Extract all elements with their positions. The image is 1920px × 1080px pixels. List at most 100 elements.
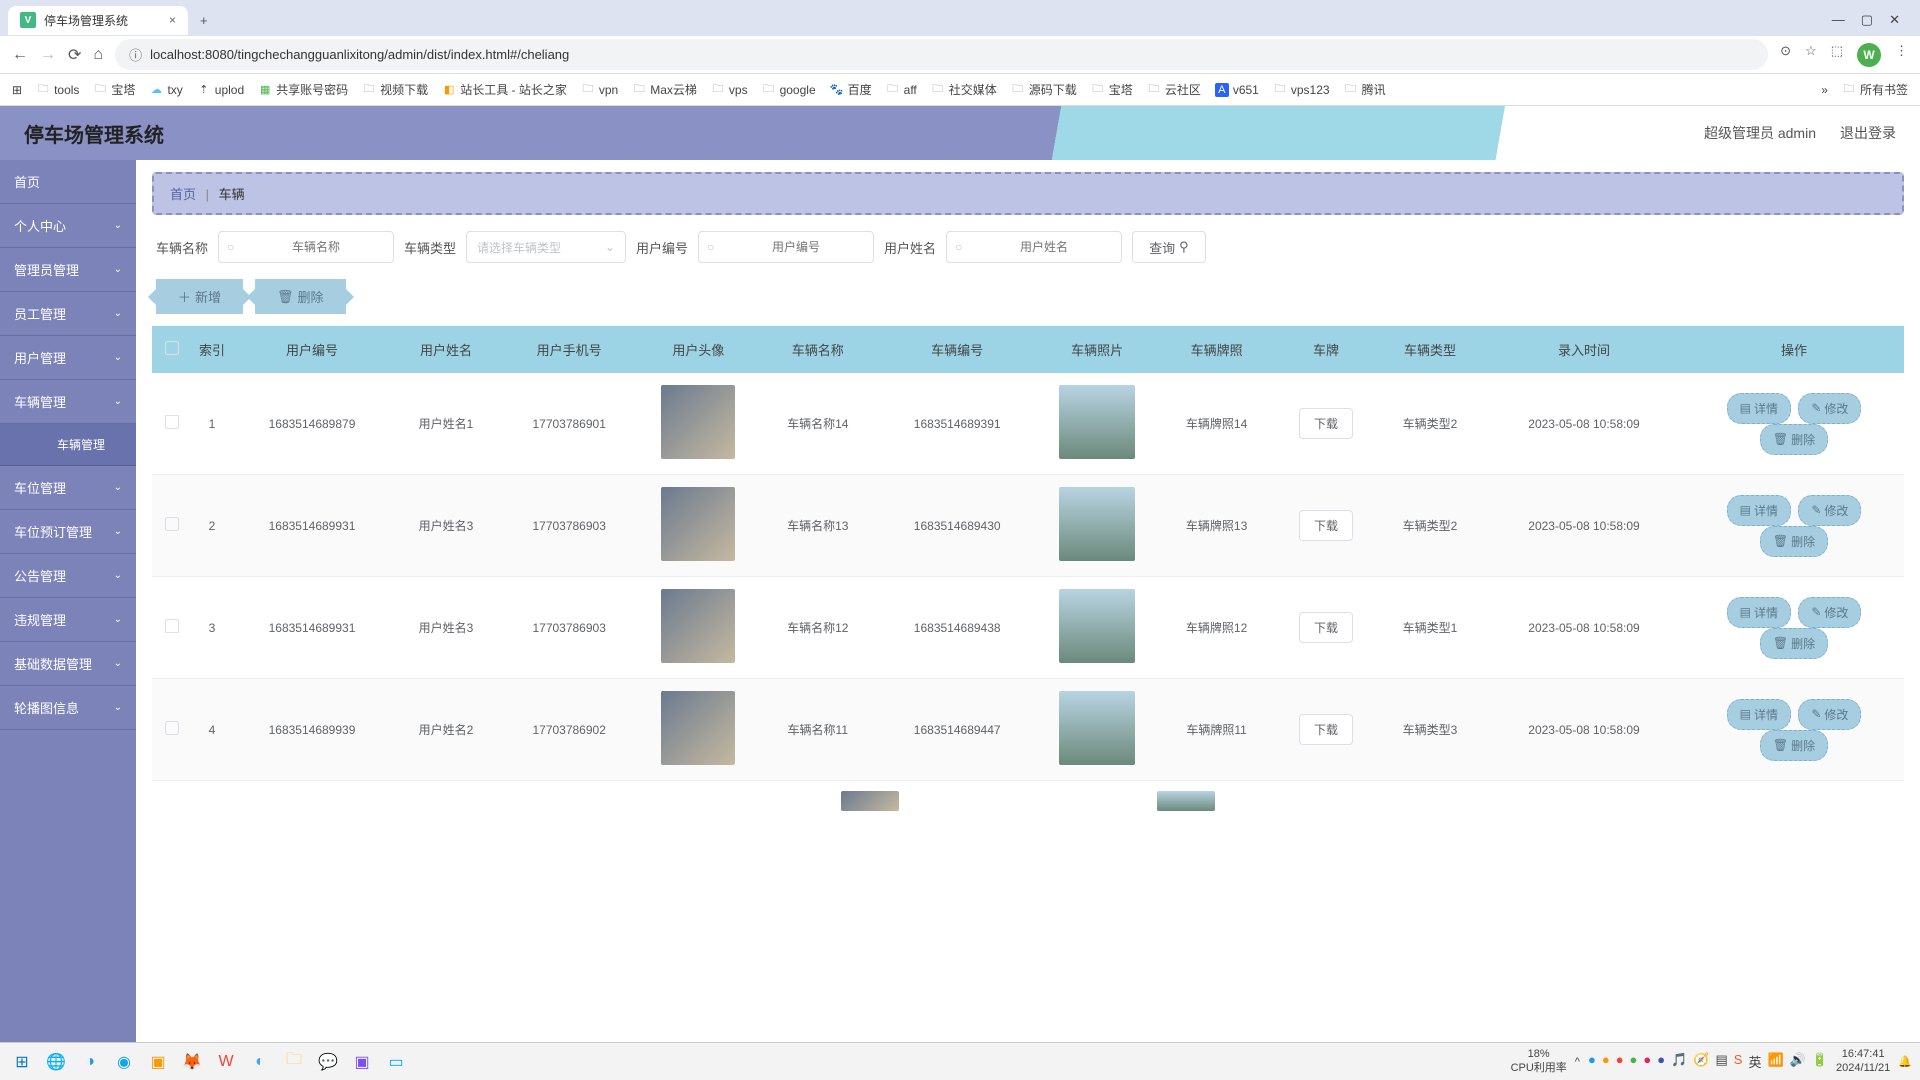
app-icon[interactable]: ◐: [246, 1048, 274, 1076]
sidebar-item-vehicle-mgmt[interactable]: 车辆管理⌄: [0, 380, 136, 424]
firefox-icon[interactable]: 🦊: [178, 1048, 206, 1076]
bookmark-item[interactable]: 🐾百度: [830, 81, 872, 98]
bookmark-item[interactable]: 🗀云社区: [1147, 81, 1201, 98]
profile-avatar[interactable]: W: [1857, 43, 1881, 67]
search-input-username[interactable]: ○: [946, 231, 1122, 263]
bookmark-item[interactable]: ▦共享账号密码: [258, 81, 348, 98]
bookmark-item[interactable]: 🗀源码下载: [1011, 81, 1077, 98]
avatar-image[interactable]: [661, 589, 735, 663]
vehicle-image[interactable]: [1059, 385, 1135, 459]
tray-icon[interactable]: ●: [1588, 1052, 1596, 1071]
admin-label[interactable]: 超级管理员 admin: [1704, 123, 1816, 143]
key-icon[interactable]: ⊙: [1780, 43, 1791, 67]
detail-button[interactable]: ▤详情: [1727, 597, 1791, 628]
close-window-icon[interactable]: ✕: [1889, 12, 1900, 28]
extensions-icon[interactable]: ⬚: [1831, 43, 1843, 67]
bookmark-item[interactable]: 🗀腾讯: [1344, 81, 1386, 98]
edge-icon[interactable]: ◉: [110, 1048, 138, 1076]
tray-icon[interactable]: 🎵: [1671, 1052, 1687, 1071]
bookmark-item[interactable]: 🗀Max云梯: [632, 81, 697, 98]
avatar-image[interactable]: [661, 691, 735, 765]
tray-icon[interactable]: ●: [1630, 1052, 1638, 1071]
tray-icon[interactable]: ●: [1616, 1052, 1624, 1071]
sidebar-item-booking-mgmt[interactable]: 车位预订管理⌄: [0, 510, 136, 554]
sidebar-item-basedata-mgmt[interactable]: 基础数据管理⌄: [0, 642, 136, 686]
explorer-icon[interactable]: 🗀: [280, 1048, 308, 1076]
edit-button[interactable]: ✎修改: [1798, 597, 1861, 628]
wps-icon[interactable]: W: [212, 1048, 240, 1076]
bookmark-item[interactable]: ☁txy: [149, 83, 182, 97]
delete-button[interactable]: 🗑删除: [255, 279, 346, 314]
tray-icon[interactable]: ●: [1602, 1052, 1610, 1071]
sublime-icon[interactable]: ▣: [144, 1048, 172, 1076]
input-vehicle-name[interactable]: [247, 240, 385, 254]
minimize-icon[interactable]: —: [1832, 12, 1845, 28]
sidebar-item-user-mgmt[interactable]: 用户管理⌄: [0, 336, 136, 380]
bookmark-item[interactable]: 🗀vpn: [581, 83, 618, 97]
maximize-icon[interactable]: ▢: [1861, 12, 1873, 28]
forward-icon[interactable]: →: [40, 46, 56, 64]
delete-row-button[interactable]: 🗑删除: [1760, 526, 1828, 557]
new-tab-button[interactable]: +: [192, 9, 216, 32]
vehicle-image[interactable]: [1059, 589, 1135, 663]
delete-row-button[interactable]: 🗑删除: [1760, 628, 1828, 659]
search-input-userno[interactable]: ○: [698, 231, 874, 263]
bookmark-item[interactable]: 🗀宝塔: [1091, 81, 1133, 98]
logout-link[interactable]: 退出登录: [1840, 123, 1896, 143]
wechat-icon[interactable]: 💬: [314, 1048, 342, 1076]
download-button[interactable]: 下载: [1299, 408, 1353, 439]
vehicle-image[interactable]: [1059, 487, 1135, 561]
star-icon[interactable]: ☆: [1805, 43, 1817, 67]
notifications-icon[interactable]: 🔔: [1898, 1055, 1912, 1068]
bookmark-item[interactable]: Av651: [1215, 83, 1259, 97]
intellij-icon[interactable]: ▣: [348, 1048, 376, 1076]
volume-icon[interactable]: 🔊: [1790, 1052, 1806, 1071]
wifi-icon[interactable]: 📶: [1767, 1052, 1783, 1071]
add-button[interactable]: ＋新增: [156, 279, 243, 314]
tray-icon[interactable]: 🧭: [1693, 1052, 1709, 1071]
edit-button[interactable]: ✎修改: [1798, 495, 1861, 526]
row-checkbox[interactable]: [165, 517, 179, 531]
row-checkbox[interactable]: [165, 415, 179, 429]
start-icon[interactable]: ⊞: [8, 1048, 36, 1076]
bookmark-item[interactable]: ⇡uplod: [197, 83, 244, 97]
apps-icon[interactable]: ⊞: [12, 83, 22, 97]
bookmark-item[interactable]: 🗀tools: [36, 83, 79, 97]
detail-button[interactable]: ▤详情: [1727, 699, 1791, 730]
bookmark-item[interactable]: 🗀aff: [886, 83, 917, 97]
cpu-usage[interactable]: 18% CPU利用率: [1511, 1048, 1567, 1074]
download-button[interactable]: 下载: [1299, 714, 1353, 745]
ime-icon[interactable]: 英: [1748, 1052, 1761, 1071]
menu-icon[interactable]: ⋮: [1895, 43, 1908, 67]
battery-icon[interactable]: 🔋: [1812, 1052, 1828, 1071]
tray-chevron-icon[interactable]: ^: [1575, 1056, 1580, 1068]
bookmark-overflow[interactable]: »: [1821, 83, 1828, 97]
breadcrumb-home[interactable]: 首页: [170, 187, 196, 202]
sidebar-item-home[interactable]: 首页: [0, 160, 136, 204]
sidebar-item-admin-mgmt[interactable]: 管理员管理⌄: [0, 248, 136, 292]
row-checkbox[interactable]: [165, 619, 179, 633]
tray-icon[interactable]: ▤: [1716, 1052, 1728, 1071]
download-button[interactable]: 下载: [1299, 510, 1353, 541]
sidebar-item-carousel[interactable]: 轮播图信息⌄: [0, 686, 136, 730]
avatar-image[interactable]: [661, 385, 735, 459]
bookmark-item[interactable]: 🗀视频下载: [362, 81, 428, 98]
search-input-name[interactable]: ○: [218, 231, 394, 263]
bookmark-item[interactable]: ◧站长工具 - 站长之家: [442, 81, 567, 98]
sidebar-item-staff-mgmt[interactable]: 员工管理⌄: [0, 292, 136, 336]
input-user-no[interactable]: [727, 240, 865, 254]
sidebar-item-violation-mgmt[interactable]: 违规管理⌄: [0, 598, 136, 642]
reload-icon[interactable]: ⟳: [68, 45, 81, 65]
sidebar-item-parking-mgmt[interactable]: 车位管理⌄: [0, 466, 136, 510]
query-button[interactable]: 查询 ⚲: [1132, 231, 1206, 263]
input-user-name[interactable]: [975, 240, 1113, 254]
avatar-image[interactable]: [661, 487, 735, 561]
all-bookmarks[interactable]: 🗀所有书签: [1842, 81, 1908, 98]
bookmark-item[interactable]: 🗀vps123: [1273, 83, 1330, 97]
sidebar-item-notice-mgmt[interactable]: 公告管理⌄: [0, 554, 136, 598]
bookmark-item[interactable]: 🗀vps: [711, 83, 748, 97]
download-button[interactable]: 下载: [1299, 612, 1353, 643]
app-icon[interactable]: ◑: [76, 1048, 104, 1076]
browser-tab[interactable]: V 停车场管理系统 ×: [8, 6, 188, 35]
sidebar-item-personal[interactable]: 个人中心⌄: [0, 204, 136, 248]
